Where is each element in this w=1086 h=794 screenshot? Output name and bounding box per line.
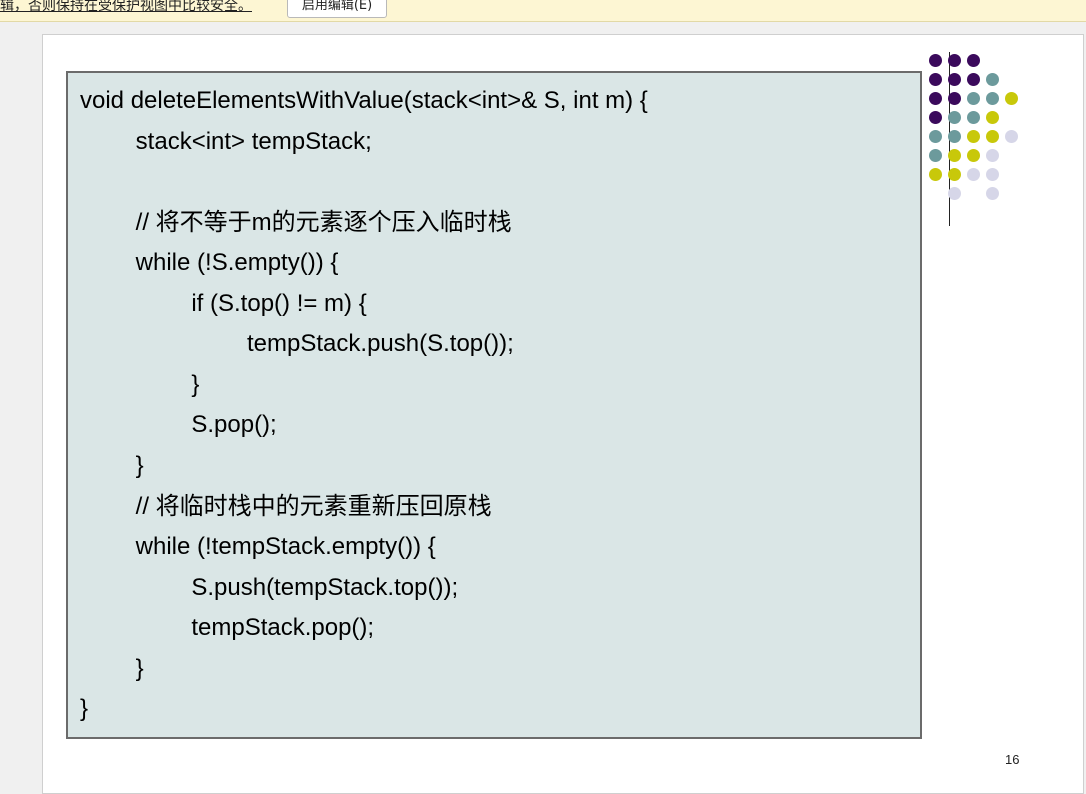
decorative-dot bbox=[947, 186, 961, 200]
decorative-dot bbox=[985, 72, 999, 86]
protected-view-bar: 辑，否则保持在受保护视图中比较安全。 启用编辑(E) bbox=[0, 0, 1086, 22]
code-line: S.push(tempStack.top()); bbox=[138, 573, 459, 601]
decorative-dot bbox=[966, 53, 980, 67]
decorative-dot bbox=[966, 148, 980, 162]
decorative-dot bbox=[985, 186, 999, 200]
decorative-dot bbox=[947, 148, 961, 162]
enable-editing-button[interactable]: 启用编辑(E) bbox=[287, 0, 387, 18]
code-line: } bbox=[109, 451, 144, 479]
decorative-dot bbox=[966, 129, 980, 143]
decorative-dot bbox=[985, 167, 999, 181]
decorative-dot bbox=[947, 72, 961, 86]
decorative-dot-pattern bbox=[43, 35, 1085, 235]
decorative-dot bbox=[985, 110, 999, 124]
code-line: if (S.top() != m) { bbox=[138, 289, 367, 317]
code-line: // 将临时栈中的元素重新压回原栈 bbox=[109, 492, 492, 520]
decorative-dot bbox=[966, 167, 980, 181]
page-number: 16 bbox=[1005, 752, 1020, 767]
code-line: while (!tempStack.empty()) { bbox=[109, 533, 436, 561]
decorative-dot bbox=[1004, 91, 1018, 105]
code-line: S.pop(); bbox=[138, 411, 277, 439]
decorative-dot bbox=[947, 53, 961, 67]
decorative-dot bbox=[1004, 129, 1018, 143]
decorative-dot bbox=[966, 72, 980, 86]
protected-view-message: 辑，否则保持在受保护视图中比较安全。 bbox=[0, 0, 252, 14]
decorative-dot bbox=[928, 91, 942, 105]
code-line: tempStack.pop(); bbox=[138, 614, 375, 642]
decorative-dot bbox=[966, 91, 980, 105]
decorative-dot bbox=[947, 110, 961, 124]
decorative-dot bbox=[928, 110, 942, 124]
decorative-dot bbox=[947, 91, 961, 105]
decorative-dot bbox=[985, 91, 999, 105]
decorative-dot bbox=[985, 129, 999, 143]
code-line: while (!S.empty()) { bbox=[109, 249, 339, 277]
code-line: } bbox=[80, 695, 89, 723]
decorative-dot bbox=[947, 167, 961, 181]
decorative-dot bbox=[928, 72, 942, 86]
decorative-dot bbox=[928, 167, 942, 181]
decorative-dot bbox=[928, 129, 942, 143]
decorative-dot bbox=[947, 129, 961, 143]
decorative-dot bbox=[928, 53, 942, 67]
code-line: } bbox=[109, 654, 144, 682]
decorative-dot bbox=[928, 148, 942, 162]
decorative-dot bbox=[966, 110, 980, 124]
code-line: } bbox=[138, 370, 200, 398]
decorative-dot bbox=[985, 148, 999, 162]
slide: void deleteElementsWithValue(stack<int>&… bbox=[42, 34, 1084, 794]
code-line: tempStack.push(S.top()); bbox=[167, 330, 514, 358]
